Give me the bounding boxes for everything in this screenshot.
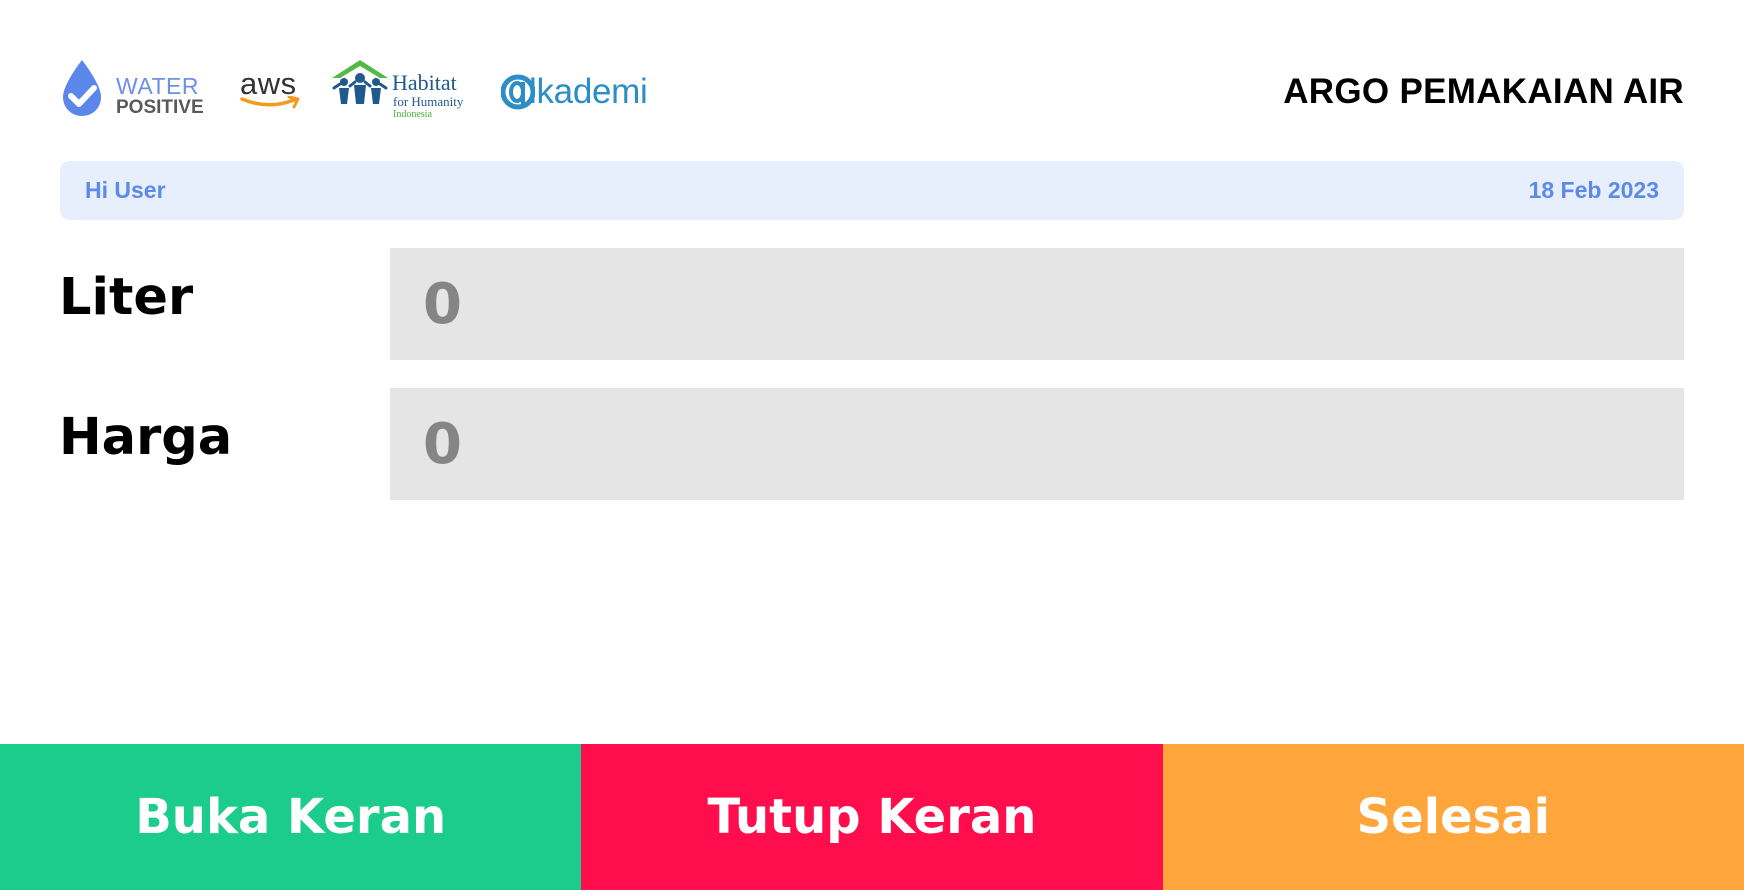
- habitat-line3: Indonesia: [393, 109, 432, 120]
- close-tap-button[interactable]: Tutup Keran: [581, 744, 1163, 890]
- alkademi-wordmark: lkademi: [529, 72, 648, 111]
- liter-label: Liter: [59, 268, 194, 327]
- aws-logo: aws: [240, 68, 302, 112]
- house-people-icon: [332, 60, 388, 104]
- alkademi-logo: lkademi: [501, 70, 671, 114]
- water-meter-page: WATER POSITIVE aws Habitat for Humanity …: [0, 0, 1744, 890]
- current-date: 18 Feb 2023: [1528, 177, 1659, 203]
- habitat-line1: Habitat: [392, 70, 457, 95]
- habitat-for-humanity-logo: Habitat for Humanity Indonesia: [330, 58, 480, 122]
- greeting-bar: Hi User 18 Feb 2023: [60, 161, 1684, 220]
- user-greeting: Hi User: [85, 177, 166, 203]
- harga-label: Harga: [59, 408, 233, 467]
- finish-button[interactable]: Selesai: [1162, 744, 1744, 890]
- header: WATER POSITIVE aws Habitat for Humanity …: [59, 52, 1684, 124]
- water-positive-line2: POSITIVE: [116, 97, 204, 118]
- open-tap-button[interactable]: Buka Keran: [0, 744, 582, 890]
- action-bar: Buka Keran Tutup Keran Selesai: [0, 744, 1744, 890]
- water-positive-line1: WATER: [116, 73, 199, 99]
- amazon-smile-arrow-icon: [240, 96, 300, 109]
- harga-display: 0: [390, 388, 1684, 500]
- harga-value: 0: [423, 412, 462, 477]
- water-drop-check-icon: [63, 60, 101, 116]
- liter-display: 0: [390, 248, 1684, 360]
- liter-value: 0: [423, 272, 462, 337]
- habitat-line2: for Humanity: [393, 94, 464, 109]
- water-positive-logo: WATER POSITIVE: [59, 58, 209, 118]
- page-title: ARGO PEMAKAIAN AIR: [1283, 72, 1684, 111]
- aws-wordmark: aws: [240, 66, 297, 101]
